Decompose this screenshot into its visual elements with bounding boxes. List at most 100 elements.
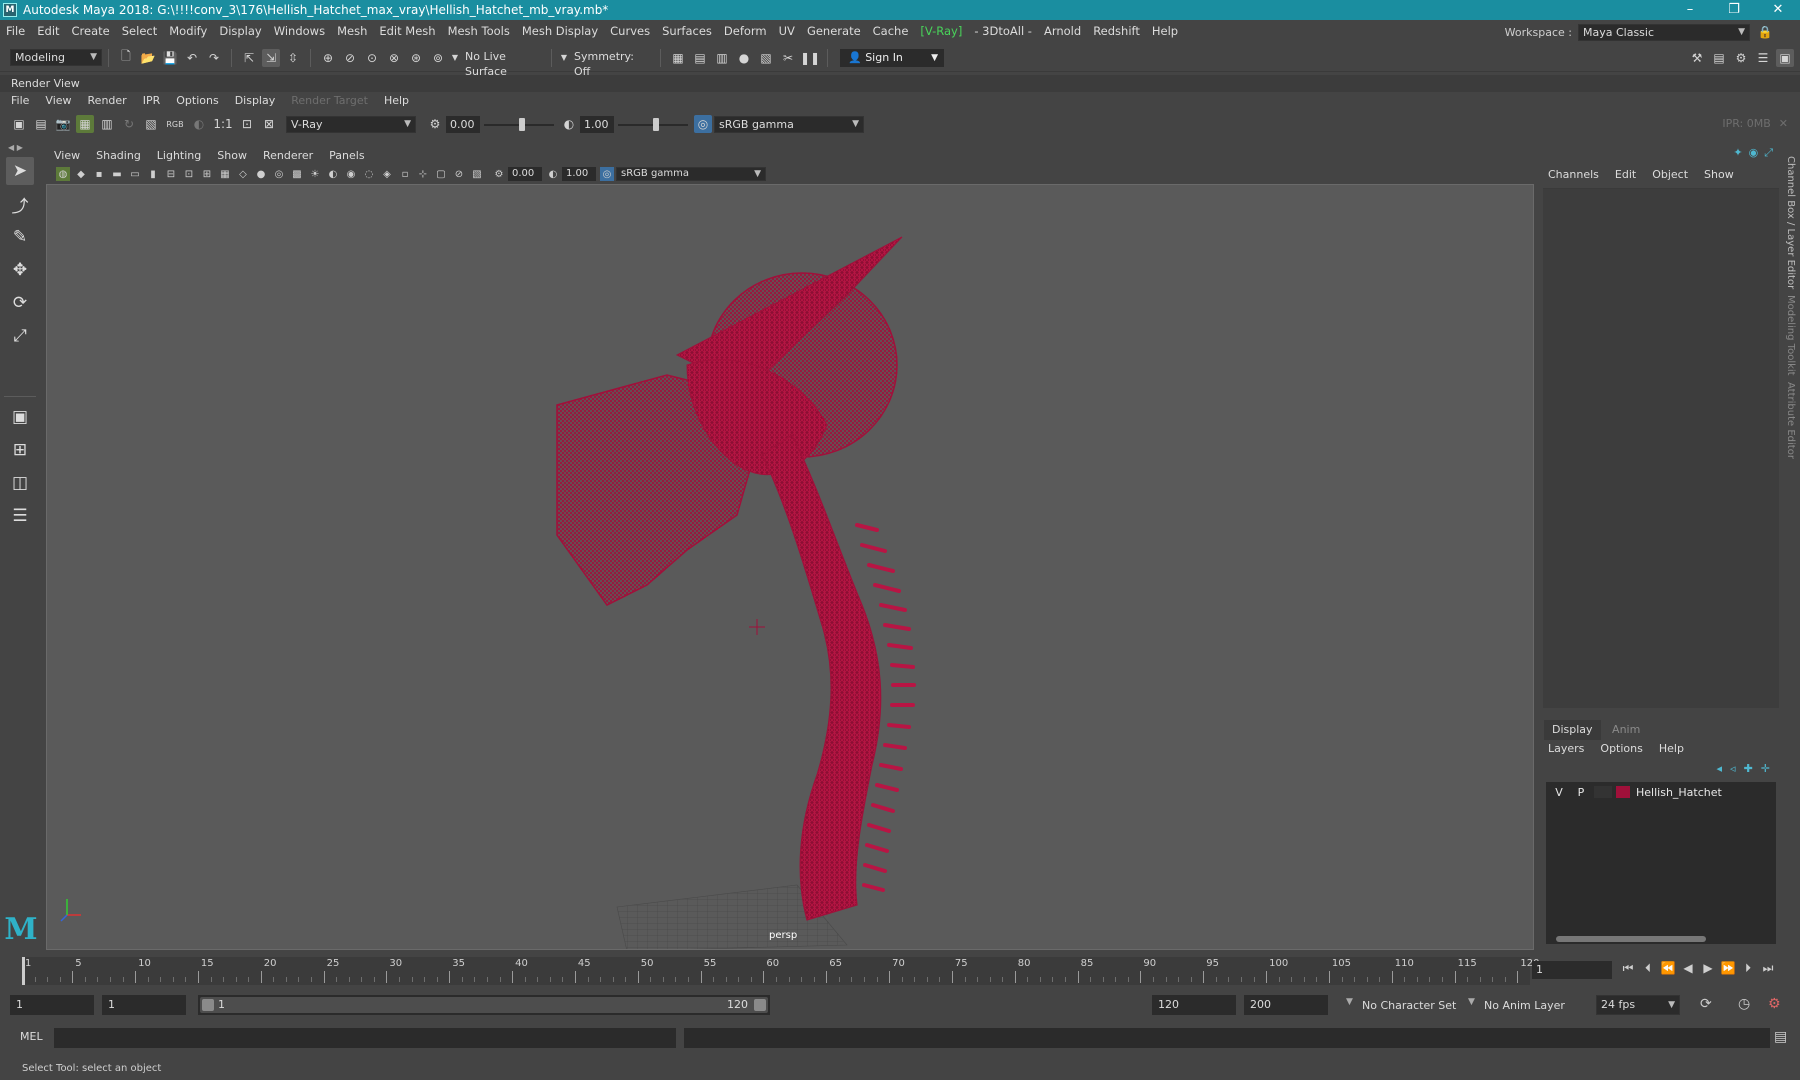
layer-visibility-toggle[interactable]: V <box>1550 786 1568 799</box>
time-slider[interactable]: 1 5 10 15 20 25 30 35 40 45 50 55 60 65 70 75 80 85 90 95 10… <box>0 957 1800 989</box>
safe-action-icon[interactable]: ⊡ <box>182 167 196 181</box>
menu-vray[interactable]: [V-Ray] <box>914 20 968 42</box>
range-start-handle[interactable] <box>202 999 214 1011</box>
menu-mesh[interactable]: Mesh <box>331 20 373 42</box>
snapshot-icon[interactable]: 📷 <box>54 115 72 133</box>
workspace-dropdown[interactable]: Maya Classic ▼ <box>1578 23 1750 41</box>
undo-icon[interactable]: ↶ <box>183 49 201 67</box>
make-live-icon[interactable]: ⊚ <box>429 49 447 67</box>
two-pane-layout-icon[interactable]: ◫ <box>6 469 34 497</box>
script-editor-icon[interactable]: ▤ <box>1774 1029 1787 1045</box>
panel-view-transform-dropdown[interactable]: sRGB gamma ▼ <box>616 167 766 181</box>
panel-gamma-field[interactable]: 1.00 <box>562 167 596 181</box>
playback-start-field[interactable]: 1 <box>102 995 186 1015</box>
mel-label[interactable]: MEL <box>20 1030 43 1043</box>
keep-image-icon[interactable]: ▧ <box>142 115 160 133</box>
menu-modify[interactable]: Modify <box>163 20 213 42</box>
live-surface-field[interactable]: No Live Surface <box>461 49 545 78</box>
new-layer-selected-icon[interactable]: ✛ <box>1761 762 1770 775</box>
loop-icon[interactable]: ⟳ <box>1700 996 1712 1012</box>
panel-menu-view[interactable]: View <box>46 147 88 165</box>
snap-point-icon[interactable]: ⊙ <box>363 49 381 67</box>
rv-menu-ipr[interactable]: IPR <box>135 92 169 110</box>
isolate-select-icon[interactable]: ⊹ <box>416 167 430 181</box>
redo-icon[interactable]: ↷ <box>205 49 223 67</box>
frame-region-icon[interactable]: ⊠ <box>260 115 278 133</box>
auto-key-icon[interactable]: ◷ <box>1738 996 1750 1012</box>
animation-end-field[interactable]: 200 <box>1244 995 1328 1015</box>
resolution-gate-icon[interactable]: ▭ <box>128 167 142 181</box>
menu-arnold[interactable]: Arnold <box>1038 20 1087 42</box>
rotate-tool-icon[interactable]: ⟳ <box>6 289 34 317</box>
exposure-field[interactable]: 0.00 <box>446 115 480 133</box>
lock-icon[interactable]: 🔒 <box>1756 23 1774 41</box>
xray-icon[interactable]: ▢ <box>434 167 448 181</box>
menu-set-dropdown[interactable]: Modeling ▼ <box>10 49 102 66</box>
animation-start-field[interactable]: 1 <box>10 995 94 1015</box>
panel-menu-renderer[interactable]: Renderer <box>255 147 321 165</box>
smooth-shade-icon[interactable]: ● <box>254 167 268 181</box>
step-forward-frame-icon[interactable]: ⏵ <box>1738 961 1758 976</box>
toolbox-collapse-arrows[interactable]: ◀ ▶ <box>0 142 40 152</box>
cb-menu-edit[interactable]: Edit <box>1607 160 1644 190</box>
viewport-persp[interactable]: persp <box>46 184 1534 950</box>
tab-display[interactable]: Display <box>1544 720 1601 740</box>
use-all-lights-icon[interactable]: ☀ <box>308 167 322 181</box>
chevron-down-icon[interactable]: ▼ <box>1468 997 1475 1007</box>
menu-cache[interactable]: Cache <box>867 20 915 42</box>
hypershade-icon[interactable]: ● <box>735 49 753 67</box>
current-frame-field[interactable]: 1 <box>1532 961 1612 979</box>
character-set-label[interactable]: No Character Set <box>1362 999 1456 1012</box>
close-button[interactable]: ✕ <box>1756 0 1800 20</box>
new-scene-icon[interactable]: 🗋 <box>117 49 135 67</box>
shadows-icon[interactable]: ◐ <box>326 167 340 181</box>
panel-menu-show[interactable]: Show <box>209 147 255 165</box>
rv-menu-options[interactable]: Options <box>168 92 226 110</box>
real-size-button[interactable]: 1:1 <box>212 115 234 133</box>
rgb-channel-button[interactable]: RGB <box>164 115 186 133</box>
menu-deform[interactable]: Deform <box>718 20 773 42</box>
layer-color-swatch[interactable] <box>1616 786 1630 798</box>
tool-settings-icon[interactable]: ⚙ <box>1732 49 1750 67</box>
render-settings-icon[interactable]: ▥ <box>713 49 731 67</box>
open-scene-icon[interactable]: 📂 <box>139 49 157 67</box>
symmetry-dropdown[interactable]: Symmetry: Off <box>570 49 654 78</box>
color-management-icon[interactable]: ◎ <box>600 167 614 181</box>
render-region-icon[interactable]: ▤ <box>32 115 50 133</box>
menu-edit[interactable]: Edit <box>31 20 65 42</box>
film-gate-icon[interactable]: ▬ <box>110 167 124 181</box>
redo-render-icon[interactable]: ▣ <box>10 115 28 133</box>
safe-title-icon[interactable]: ⊞ <box>200 167 214 181</box>
select-tool-icon[interactable]: ➤ <box>6 157 34 185</box>
depth-of-field-icon[interactable]: ▫ <box>398 167 412 181</box>
cb-menu-channels[interactable]: Channels <box>1540 160 1607 190</box>
pause-icon[interactable]: ❚❚ <box>800 49 820 67</box>
le-menu-options[interactable]: Options <box>1592 740 1650 758</box>
range-end-handle[interactable] <box>754 999 766 1011</box>
anim-layer-label[interactable]: No Anim Layer <box>1484 999 1565 1012</box>
image-plane-icon[interactable]: ▪ <box>92 167 106 181</box>
gamma-slider[interactable] <box>618 116 688 133</box>
menu-generate[interactable]: Generate <box>801 20 867 42</box>
snap-projected-icon[interactable]: ⊗ <box>385 49 403 67</box>
step-forward-key-icon[interactable]: ⏩ <box>1718 961 1738 976</box>
single-perspective-layout-icon[interactable]: ▣ <box>6 403 34 431</box>
le-menu-help[interactable]: Help <box>1651 740 1692 758</box>
go-to-start-icon[interactable]: ⏮ <box>1618 961 1638 976</box>
menu-select[interactable]: Select <box>116 20 163 42</box>
tab-channel-box-layer-editor[interactable]: Channel Box / Layer Editor <box>1785 156 1796 289</box>
viewport-canvas[interactable] <box>47 185 1534 950</box>
hatchet-wireframe-mesh[interactable] <box>556 236 916 921</box>
snap-view-plane-icon[interactable]: ⊛ <box>407 49 425 67</box>
scale-tool-icon[interactable]: ⤢ <box>6 322 34 350</box>
rv-menu-file[interactable]: File <box>0 92 37 110</box>
menu-curves[interactable]: Curves <box>604 20 656 42</box>
minimize-button[interactable]: – <box>1668 0 1712 20</box>
select-component-icon[interactable]: ⇳ <box>284 49 302 67</box>
render-current-frame-icon[interactable]: ▦ <box>669 49 687 67</box>
renderer-dropdown[interactable]: V-Ray ▼ <box>286 115 416 133</box>
move-tool-icon[interactable]: ✥ <box>6 256 34 284</box>
wireframe-icon[interactable]: ◇ <box>236 167 250 181</box>
bookmark-icon[interactable]: ◆ <box>74 167 88 181</box>
vray-render-icon[interactable]: ✂ <box>779 49 797 67</box>
